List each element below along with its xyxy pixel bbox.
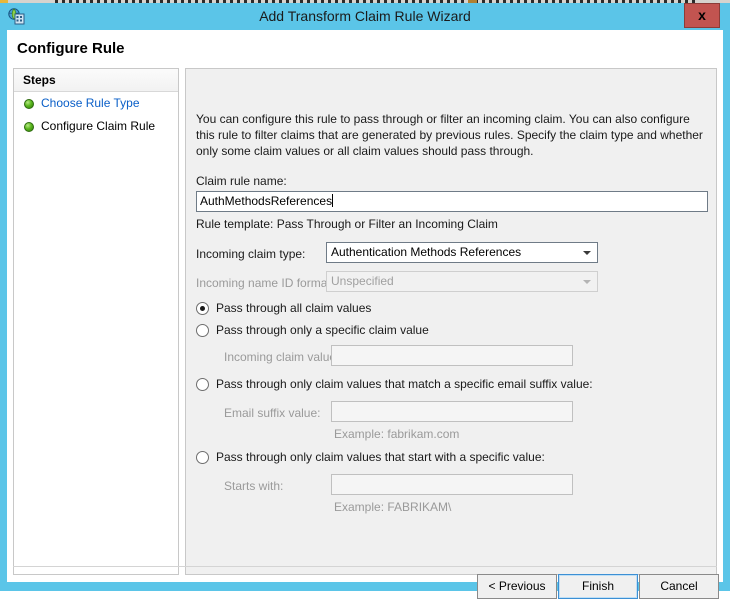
email-suffix-value-label: Email suffix value:	[224, 406, 321, 420]
incoming-claim-type-label: Incoming claim type:	[196, 247, 306, 261]
incoming-claim-type-value: Authentication Methods References	[331, 245, 522, 259]
previous-button[interactable]: < Previous	[477, 574, 557, 599]
radio-label: Pass through only claim values that matc…	[216, 377, 593, 391]
radio-indicator	[196, 378, 209, 391]
email-suffix-example: Example: fabrikam.com	[334, 427, 460, 441]
claim-rule-name-label: Claim rule name:	[196, 174, 287, 188]
radio-indicator	[196, 451, 209, 464]
claim-rule-name-input[interactable]: AuthMethodsReferences	[196, 191, 708, 212]
incoming-claim-value-label: Incoming claim value:	[224, 350, 340, 364]
footer-divider	[13, 566, 717, 567]
incoming-name-id-format-select: Unspecified	[326, 271, 598, 292]
sidebar-item-label: Configure Claim Rule	[41, 119, 156, 133]
content-panel: You can configure this rule to pass thro…	[185, 68, 717, 575]
wizard-window: Add Transform Claim Rule Wizard x Config…	[0, 3, 730, 599]
dialog-body: Configure Rule Steps Choose Rule Type Co…	[7, 30, 723, 599]
close-button[interactable]: x	[684, 3, 720, 28]
rule-template-text: Rule template: Pass Through or Filter an…	[196, 217, 498, 231]
steps-header: Steps	[14, 69, 178, 92]
finish-button[interactable]: Finish	[558, 574, 638, 599]
starts-with-input	[331, 474, 573, 495]
sidebar-item-choose-rule-type[interactable]: Choose Rule Type	[14, 94, 178, 116]
rule-description-text: You can configure this rule to pass thro…	[196, 112, 703, 158]
radio-indicator	[196, 302, 209, 315]
page-header: Configure Rule	[7, 30, 723, 68]
radio-indicator	[196, 324, 209, 337]
radio-label: Pass through only a specific claim value	[216, 323, 429, 337]
sidebar-item-label: Choose Rule Type	[41, 96, 140, 110]
incoming-claim-value-input	[331, 345, 573, 366]
page-title: Configure Rule	[17, 40, 125, 57]
chevron-down-icon	[578, 243, 597, 262]
incoming-claim-type-select[interactable]: Authentication Methods References	[326, 242, 598, 263]
step-complete-icon	[24, 99, 34, 109]
title-bar[interactable]: Add Transform Claim Rule Wizard x	[0, 3, 730, 30]
starts-with-label: Starts with:	[224, 479, 284, 493]
incoming-name-id-format-value: Unspecified	[331, 274, 394, 288]
window-title: Add Transform Claim Rule Wizard	[259, 8, 471, 24]
claim-rule-name-value: AuthMethodsReferences	[200, 194, 333, 208]
step-complete-icon	[24, 122, 34, 132]
starts-with-example: Example: FABRIKAM\	[334, 500, 452, 514]
radio-label: Pass through only claim values that star…	[216, 450, 545, 464]
sidebar-item-configure-claim-rule[interactable]: Configure Claim Rule	[14, 117, 178, 139]
text-caret	[332, 194, 334, 207]
incoming-name-id-format-label: Incoming name ID format:	[196, 276, 335, 290]
cancel-button[interactable]: Cancel	[639, 574, 719, 599]
steps-header-label: Steps	[23, 73, 56, 87]
steps-sidebar: Steps Choose Rule Type Configure Claim R…	[13, 68, 179, 575]
email-suffix-value-input	[331, 401, 573, 422]
chevron-down-icon	[578, 272, 597, 291]
radio-label: Pass through all claim values	[216, 301, 372, 315]
